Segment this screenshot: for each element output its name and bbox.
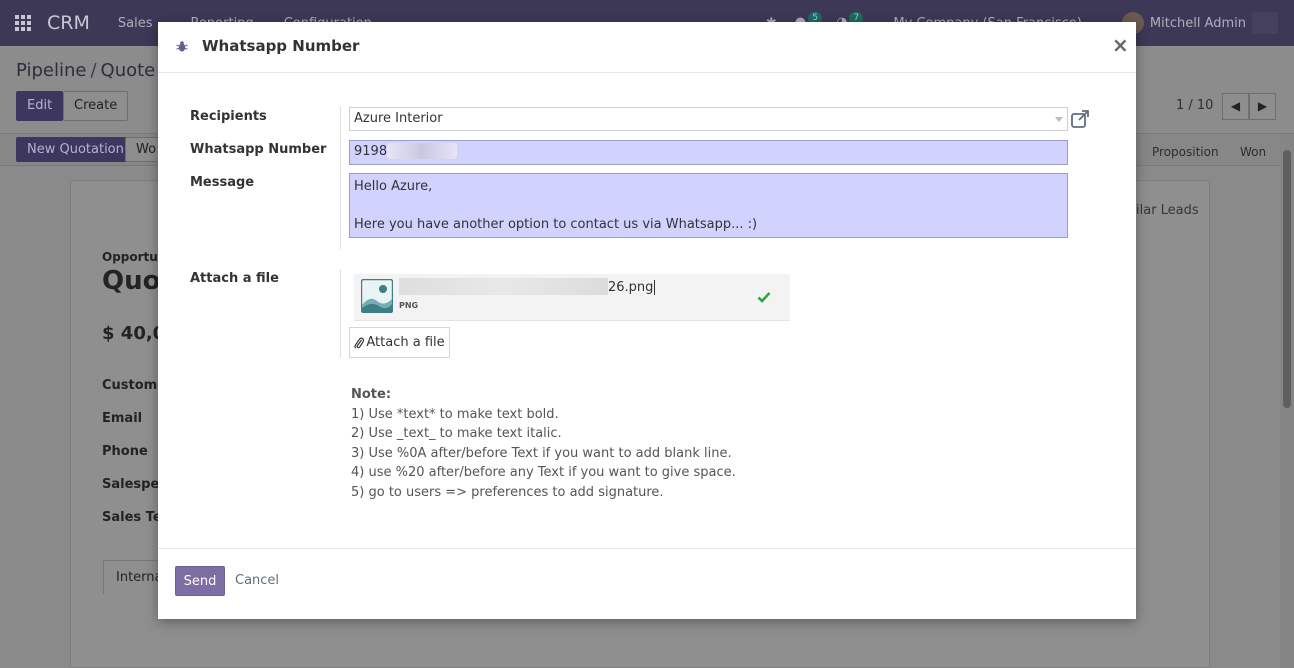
bug-icon — [176, 41, 188, 52]
send-button[interactable]: Send — [175, 566, 225, 596]
paperclip-icon — [354, 337, 365, 349]
external-link-icon[interactable] — [1070, 109, 1090, 129]
whatsapp-number-input[interactable]: 9198 — [349, 140, 1068, 165]
stage-proposition[interactable]: Proposition — [1152, 145, 1219, 159]
redacted-filename — [399, 277, 608, 295]
recipients-value: Azure Interior — [354, 111, 443, 126]
note-line: 5) go to users => preferences to add sig… — [351, 484, 664, 500]
cancel-button[interactable]: Cancel — [235, 573, 279, 588]
close-icon[interactable]: × — [1112, 33, 1129, 57]
attachment-card[interactable]: 26.png PNG — [354, 274, 790, 321]
breadcrumb: Pipeline / Quote fo — [16, 60, 179, 81]
field-divider — [340, 269, 341, 357]
chevron-right-icon[interactable]: ▶ — [1249, 93, 1276, 120]
pager-value: 1 / 10 — [1176, 98, 1214, 113]
whatsapp-dialog: Whatsapp Number × Recipients Azure Inter… — [158, 22, 1136, 619]
edit-button[interactable]: Edit — [16, 91, 64, 121]
check-icon — [757, 292, 771, 303]
number-prefix: 9198 — [354, 144, 388, 159]
whatsapp-number-label: Whatsapp Number — [190, 142, 327, 157]
image-file-icon — [361, 279, 393, 313]
stage-won[interactable]: Won — [1240, 145, 1266, 159]
customer-label: Custome — [102, 378, 167, 393]
field-divider — [340, 107, 341, 249]
note-line: 2) Use _text_ to make text italic. — [351, 426, 562, 441]
recipients-label: Recipients — [190, 109, 267, 124]
new-quotation-button[interactable]: New Quotation — [16, 137, 135, 162]
message-line: Here you have another option to contact … — [354, 217, 758, 232]
note-line: 3) Use %0A after/before Text if you want… — [351, 445, 732, 461]
attachment-name-suffix: 26.png — [608, 280, 654, 295]
create-button[interactable]: Create — [63, 91, 129, 121]
menu-sales[interactable]: Sales — [118, 16, 153, 31]
app-brand[interactable]: CRM — [47, 12, 90, 34]
opportunity-label: Opportur — [102, 250, 164, 264]
message-textarea[interactable]: Hello Azure, Here you have another optio… — [349, 173, 1068, 238]
email-label: Email — [102, 411, 143, 426]
chevron-left-icon[interactable]: ◀ — [1222, 93, 1249, 120]
message-line: Hello Azure, — [354, 179, 433, 194]
user-menu[interactable]: Mitchell Admin — [1121, 12, 1278, 34]
phone-label: Phone — [102, 444, 148, 459]
attach-file-label: Attach a file — [190, 271, 279, 286]
note-title: Note: — [351, 387, 392, 402]
attachment-type: PNG — [399, 301, 419, 310]
tab-internal[interactable]: Internal — [103, 560, 166, 594]
message-label: Message — [190, 175, 255, 190]
recipients-select[interactable]: Azure Interior — [349, 107, 1068, 131]
dialog-header: Whatsapp Number × — [158, 22, 1136, 73]
message-line — [354, 196, 1063, 215]
user-menu-extra — [1252, 12, 1278, 34]
dialog-footer: Send Cancel — [158, 548, 1136, 619]
breadcrumb-pipeline[interactable]: Pipeline — [16, 60, 86, 81]
similar-leads-button[interactable]: ilar Leads — [1136, 203, 1199, 218]
attachment-name: 26.png — [399, 277, 656, 295]
user-name: Mitchell Admin — [1149, 15, 1246, 31]
chevron-down-icon — [1055, 117, 1063, 122]
attach-file-button[interactable]: Attach a file — [349, 327, 450, 358]
won-button[interactable]: Wo — [125, 137, 162, 162]
scrollbar-thumb[interactable] — [1283, 150, 1291, 408]
page-scrollbar[interactable] — [1280, 134, 1294, 668]
note-line: 4) use %20 after/before any Text if you … — [351, 465, 736, 480]
redacted-number — [387, 142, 458, 159]
expected-revenue: $ 40,0 — [102, 323, 166, 344]
dialog-title: Whatsapp Number — [202, 37, 360, 55]
apps-grid-icon[interactable] — [15, 15, 33, 31]
formatting-note: Note: 1) Use *text* to make text bold. 2… — [351, 385, 736, 502]
note-line: 1) Use *text* to make text bold. — [351, 406, 559, 422]
attach-file-button-label: Attach a file — [366, 335, 445, 350]
